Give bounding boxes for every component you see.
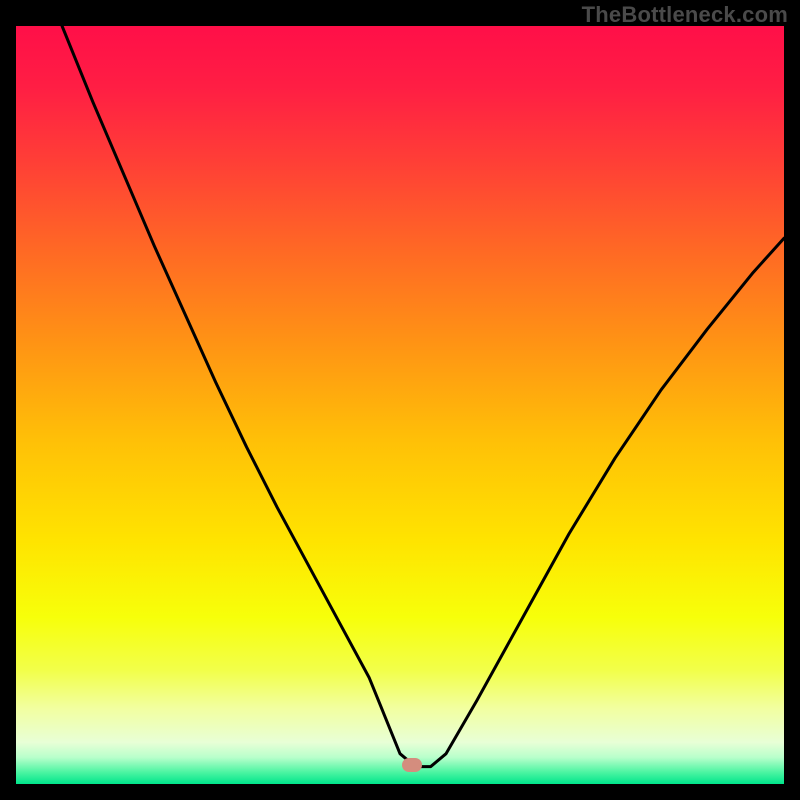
chart-svg xyxy=(16,26,784,784)
attribution-text: TheBottleneck.com xyxy=(582,2,788,28)
gradient-background xyxy=(16,26,784,784)
chart-frame: TheBottleneck.com xyxy=(0,0,800,800)
plot-area xyxy=(16,26,784,784)
optimal-point-marker xyxy=(402,758,422,772)
